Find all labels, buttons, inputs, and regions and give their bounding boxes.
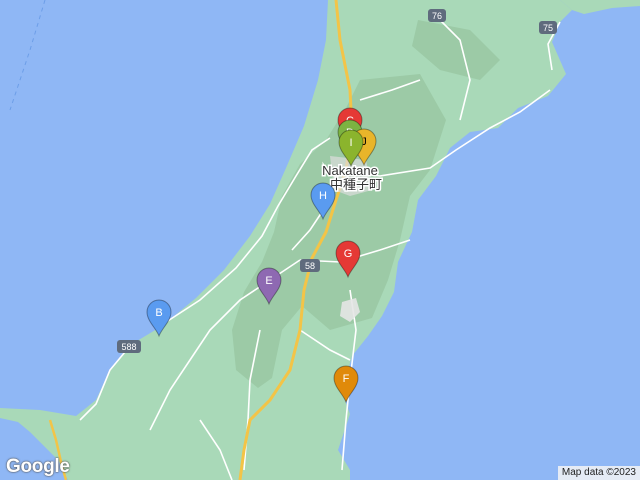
marker-label: B (155, 307, 162, 319)
svg-text:588: 588 (121, 342, 136, 352)
marker-label: F (343, 373, 350, 385)
map-canvas[interactable]: 76 75 58 588 Nakatane 中種子町 CDJIHGEBF (0, 0, 640, 480)
svg-text:58: 58 (305, 261, 315, 271)
svg-text:75: 75 (543, 23, 553, 33)
google-logo: Google (6, 456, 70, 478)
google-logo-text: Google (6, 456, 70, 477)
svg-text:76: 76 (432, 11, 442, 21)
route-588-shield: 588 (117, 340, 141, 353)
town-label-ja: 中種子町 (330, 177, 382, 192)
marker-label: H (319, 190, 327, 202)
attribution-text: Map data ©2023 (561, 467, 636, 478)
route-76-shield: 76 (428, 9, 446, 22)
marker-label: G (344, 248, 353, 260)
route-58-shield: 58 (300, 259, 320, 272)
map-attribution[interactable]: Map data ©2023 (557, 466, 640, 480)
marker-label: I (349, 137, 352, 149)
marker-label: E (265, 275, 272, 287)
town-label-en: Nakatane (322, 163, 378, 178)
route-75-shield: 75 (539, 21, 557, 34)
